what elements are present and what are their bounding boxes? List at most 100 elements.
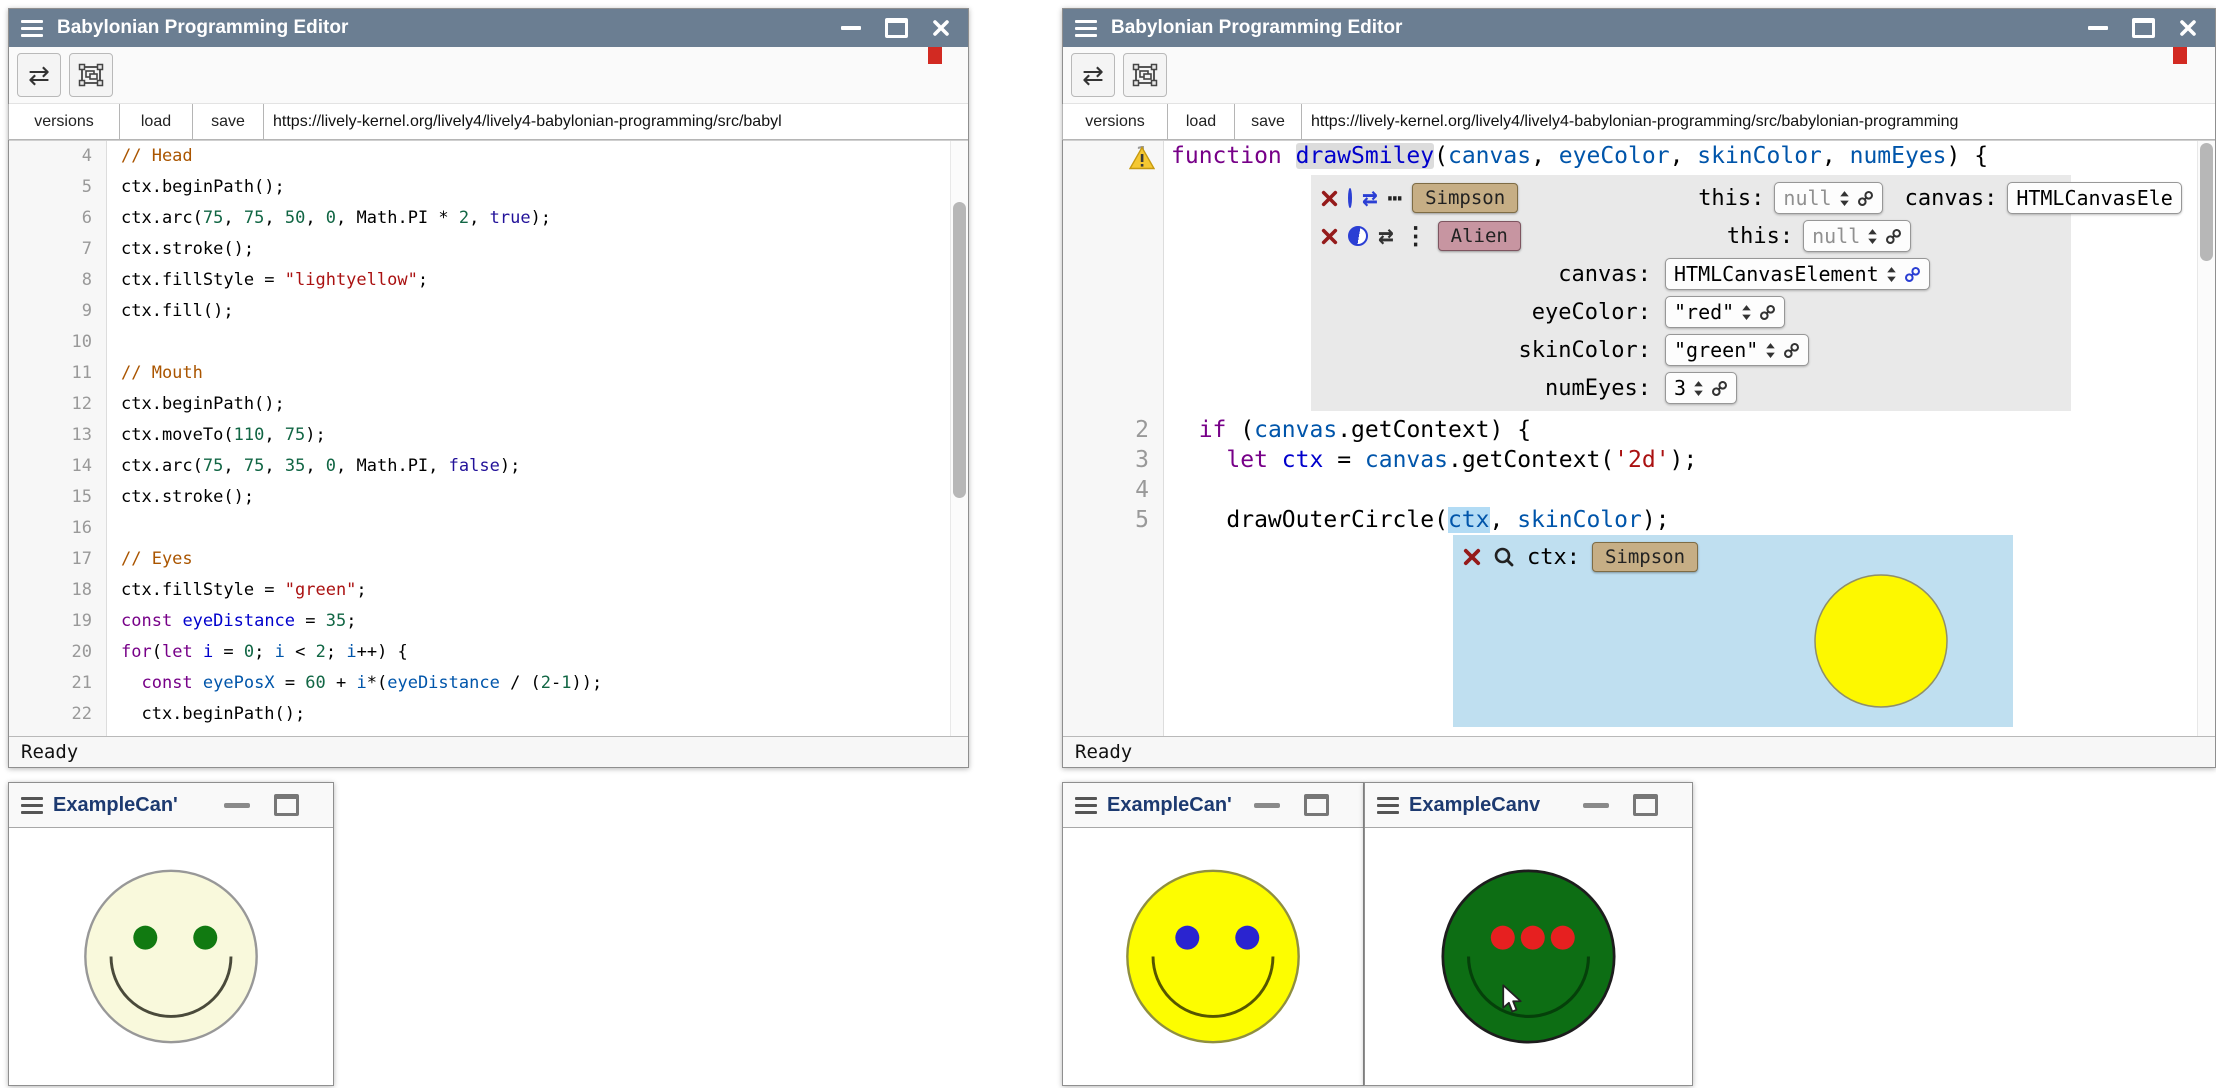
spinner-icon[interactable]: [1765, 342, 1776, 359]
spinner-icon[interactable]: [1886, 266, 1897, 283]
swap-arrows-button[interactable]: ⇄: [17, 53, 61, 97]
swap-arrows-button[interactable]: ⇄: [1071, 53, 1115, 97]
code-line[interactable]: 19const eyeDistance = 35;: [9, 606, 968, 637]
link-icon[interactable]: [1857, 190, 1874, 207]
link-icon[interactable]: [1885, 228, 1902, 245]
code-line[interactable]: 4: [1063, 475, 2215, 505]
param-value-widget[interactable]: 3: [1665, 372, 1737, 404]
link-icon[interactable]: [1759, 304, 1776, 321]
code-line[interactable]: 21 const eyePosX = 60 + i*(eyeDistance /…: [9, 668, 968, 699]
code-line[interactable]: 8ctx.fillStyle = "lightyellow";: [9, 265, 968, 296]
spinner-icon[interactable]: [1693, 380, 1704, 397]
code-line[interactable]: 12ctx.beginPath();: [9, 389, 968, 420]
hamburger-icon[interactable]: [21, 797, 43, 814]
magnifier-icon[interactable]: [1493, 546, 1515, 568]
code-line[interactable]: 3 let ctx = canvas.getContext('2d');: [1063, 445, 2215, 475]
hamburger-icon[interactable]: [1075, 797, 1097, 814]
code-line[interactable]: 22 ctx.beginPath();: [9, 699, 968, 730]
link-icon[interactable]: [1711, 380, 1728, 397]
code-text: ctx.moveTo(110, 75);: [106, 420, 326, 451]
scrollbar-track[interactable]: [2197, 141, 2215, 736]
warning-icon[interactable]: [1129, 146, 1155, 170]
example-badge-simpson[interactable]: Simpson: [1412, 183, 1518, 213]
code-line[interactable]: 7ctx.stroke();: [9, 234, 968, 265]
minimize-button[interactable]: [2088, 26, 2108, 30]
maximize-button[interactable]: [274, 794, 299, 816]
load-button[interactable]: load: [119, 104, 193, 140]
spinner-icon[interactable]: [1839, 190, 1850, 207]
group-select-button[interactable]: [1123, 53, 1167, 97]
code-line[interactable]: 2 if (canvas.getContext) {: [1063, 415, 2215, 445]
example-toggle-icon[interactable]: [1348, 226, 1368, 246]
code-line[interactable]: 6ctx.arc(75, 75, 50, 0, Math.PI * 2, tru…: [9, 203, 968, 234]
delete-probe-icon[interactable]: [1463, 548, 1481, 566]
this-value-widget[interactable]: null: [1803, 220, 1911, 252]
close-button[interactable]: [932, 19, 950, 37]
scrollbar-thumb[interactable]: [953, 202, 966, 498]
code-editor[interactable]: 4// Head5ctx.beginPath();6ctx.arc(75, 75…: [9, 141, 968, 736]
code-line[interactable]: 13ctx.moveTo(110, 75);: [9, 420, 968, 451]
group-select-icon: [1132, 63, 1158, 87]
this-value-widget[interactable]: null: [1774, 182, 1882, 214]
trace-arrows-icon[interactable]: ⇄: [1362, 185, 1378, 211]
example-badge-alien[interactable]: Alien: [1438, 221, 1521, 251]
param-value-widget[interactable]: "green": [1665, 334, 1809, 366]
group-select-button[interactable]: [69, 53, 113, 97]
code-line[interactable]: 18ctx.fillStyle = "green";: [9, 575, 968, 606]
load-button[interactable]: load: [1167, 104, 1235, 140]
versions-button[interactable]: versions: [1062, 104, 1168, 140]
scrollbar-thumb[interactable]: [2200, 143, 2213, 261]
code-line[interactable]: 17// Eyes: [9, 544, 968, 575]
code-line[interactable]: 1function drawSmiley(canvas, eyeColor, s…: [1063, 141, 2215, 171]
code-line[interactable]: 5 drawOuterCircle(ctx, skinColor);: [1063, 505, 2215, 535]
param-value-widget[interactable]: HTMLCanvasElement: [1665, 258, 1930, 290]
maximize-button[interactable]: [2132, 18, 2155, 38]
spinner-icon[interactable]: [1741, 304, 1752, 321]
example-toggle-icon[interactable]: [1348, 188, 1352, 208]
link-icon[interactable]: [1904, 266, 1921, 283]
maximize-button[interactable]: [885, 18, 908, 38]
title-bar[interactable]: ExampleCan': [9, 783, 333, 828]
delete-example-icon[interactable]: [1321, 190, 1338, 207]
code-line[interactable]: 4// Head: [9, 141, 968, 172]
scrollbar-track[interactable]: [950, 141, 968, 736]
title-bar[interactable]: ExampleCanv: [1365, 783, 1692, 828]
delete-example-icon[interactable]: [1321, 228, 1338, 245]
code-line[interactable]: 5ctx.beginPath();: [9, 172, 968, 203]
url-field[interactable]: https://lively-kernel.org/lively4/lively…: [264, 104, 968, 140]
more-options-icon[interactable]: ⋮: [1404, 224, 1428, 248]
minimize-button[interactable]: [224, 803, 250, 808]
maximize-button[interactable]: [1633, 794, 1658, 816]
probe-badge-simpson[interactable]: Simpson: [1592, 542, 1698, 572]
title-bar[interactable]: ExampleCan': [1063, 783, 1363, 828]
code-line[interactable]: 14ctx.arc(75, 75, 35, 0, Math.PI, false)…: [9, 451, 968, 482]
minimize-button[interactable]: [841, 26, 861, 30]
code-line[interactable]: 10: [9, 327, 968, 358]
code-line[interactable]: 20for(let i = 0; i < 2; i++) {: [9, 637, 968, 668]
canvas-value-widget[interactable]: HTMLCanvasEle: [2007, 182, 2182, 214]
code-editor[interactable]: 1function drawSmiley(canvas, eyeColor, s…: [1063, 141, 2215, 736]
save-button[interactable]: save: [192, 104, 264, 140]
close-button[interactable]: [2179, 19, 2197, 37]
url-field[interactable]: https://lively-kernel.org/lively4/lively…: [1302, 104, 2215, 140]
code-line[interactable]: 15ctx.stroke();: [9, 482, 968, 513]
code-line[interactable]: 11// Mouth: [9, 358, 968, 389]
trace-arrows-icon[interactable]: ⇄: [1378, 223, 1394, 249]
minimize-button[interactable]: [1254, 803, 1280, 808]
title-bar[interactable]: Babylonian Programming Editor: [9, 9, 968, 47]
versions-button[interactable]: versions: [8, 104, 120, 140]
maximize-button[interactable]: [1304, 794, 1329, 816]
spinner-icon[interactable]: [1867, 228, 1878, 245]
code-text: ctx.stroke();: [106, 234, 254, 265]
more-options-icon[interactable]: ⋯: [1388, 186, 1402, 210]
hamburger-icon[interactable]: [21, 20, 43, 37]
link-icon[interactable]: [1783, 342, 1800, 359]
minimize-button[interactable]: [1583, 803, 1609, 808]
code-line[interactable]: 9ctx.fill();: [9, 296, 968, 327]
save-button[interactable]: save: [1234, 104, 1302, 140]
code-line[interactable]: 16: [9, 513, 968, 544]
hamburger-icon[interactable]: [1377, 797, 1399, 814]
param-value-widget[interactable]: "red": [1665, 296, 1785, 328]
hamburger-icon[interactable]: [1075, 20, 1097, 37]
title-bar[interactable]: Babylonian Programming Editor: [1063, 9, 2215, 47]
